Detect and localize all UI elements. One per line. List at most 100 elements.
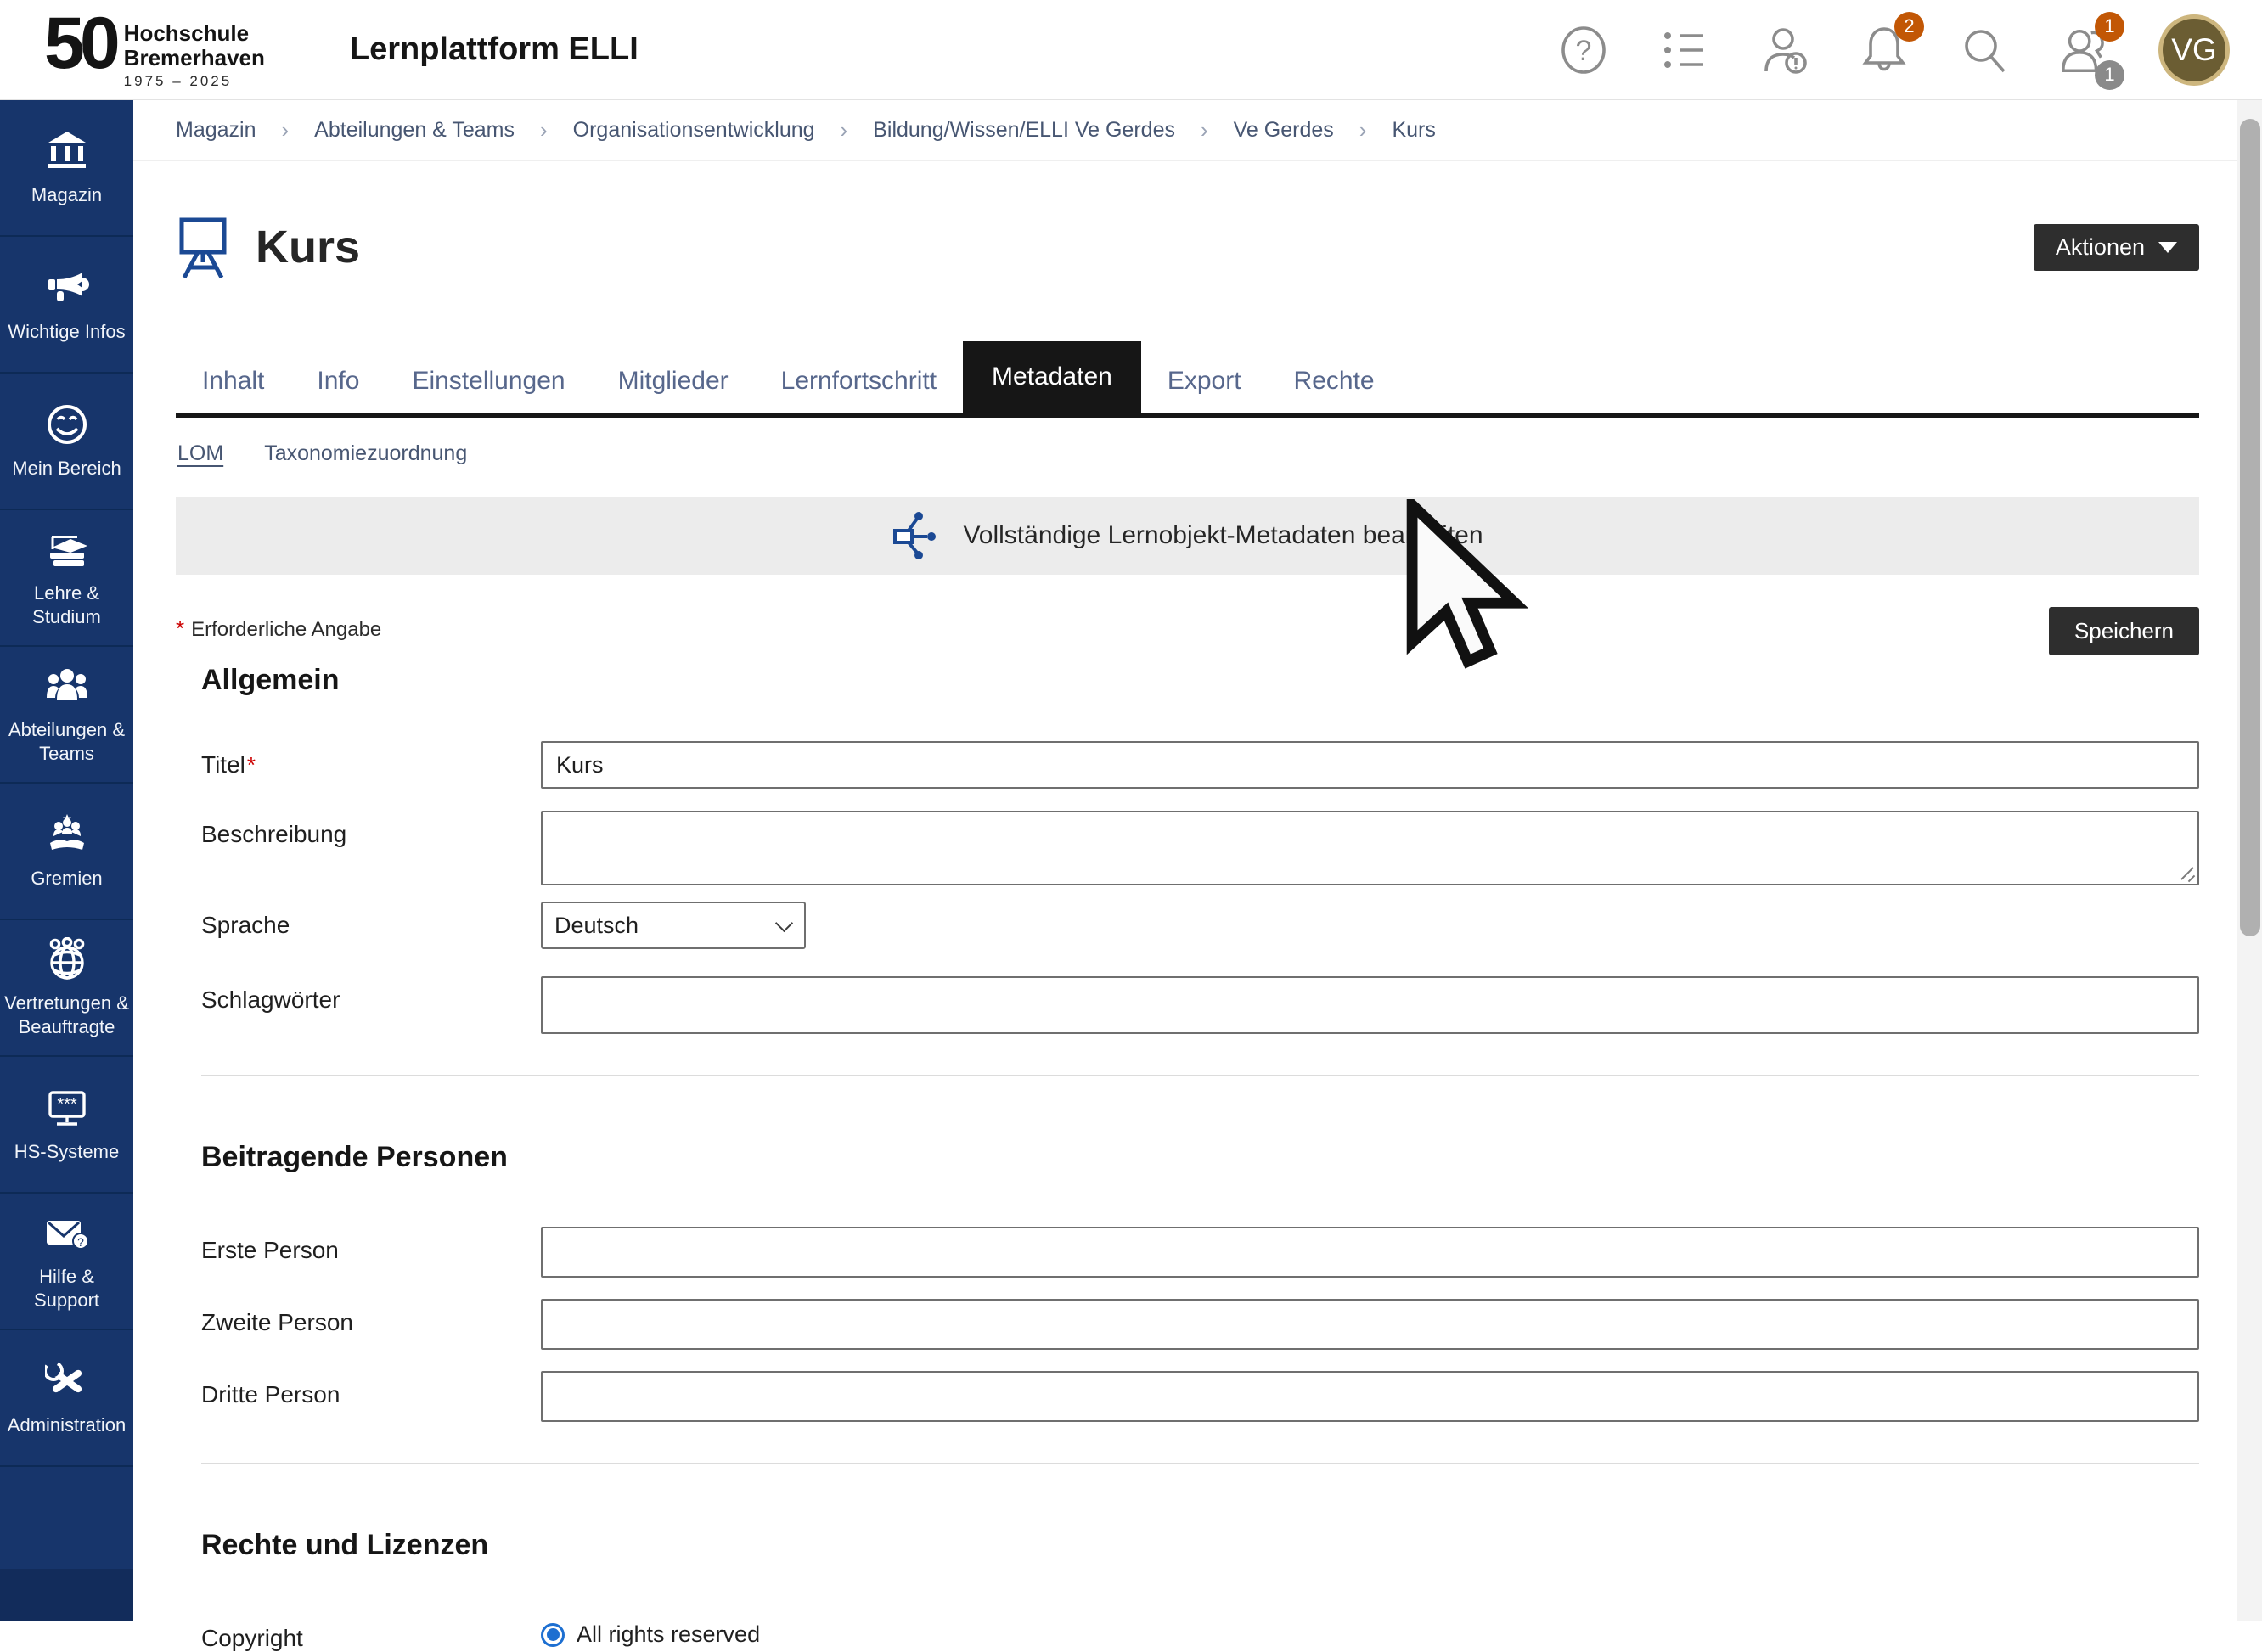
save-button[interactable]: Speichern <box>2049 607 2199 655</box>
metadata-hub-icon <box>892 512 941 559</box>
scrollbar-thumb[interactable] <box>2240 119 2260 936</box>
breadcrumb-item[interactable]: Bildung/Wissen/ELLI Ve Gerdes <box>873 118 1175 143</box>
breadcrumb-item[interactable]: Organisationsentwicklung <box>573 118 815 143</box>
beschreibung-label: Beschreibung <box>201 811 541 848</box>
breadcrumb-item[interactable]: Abteilungen & Teams <box>314 118 515 143</box>
sidebar-item-abteilungen-teams[interactable]: Abteilungen & Teams <box>0 647 133 784</box>
awareness-icon[interactable] <box>1758 24 1810 76</box>
sidebar-item-hs-systeme[interactable]: *** HS-Systeme <box>0 1057 133 1194</box>
chevron-right-icon: › <box>282 117 290 143</box>
schlagwoerter-input[interactable] <box>541 976 2199 1034</box>
logo-line2: Bremerhaven <box>124 46 265 70</box>
subtab-lom[interactable]: LOM <box>177 441 223 466</box>
sidebar-item-vertretungen[interactable]: Vertretungen & Beauftragte <box>0 920 133 1057</box>
search-icon[interactable] <box>1958 24 2011 76</box>
scrollbar-track[interactable] <box>2237 100 2262 1621</box>
megaphone-icon <box>45 266 89 310</box>
copyright-radio[interactable] <box>541 1623 565 1647</box>
chevron-right-icon: › <box>1201 117 1208 143</box>
chevron-right-icon: › <box>540 117 548 143</box>
required-note: *Erforderliche Angabe <box>176 607 381 642</box>
subtab-taxonomiezuordnung[interactable]: Taxonomiezuordnung <box>264 441 467 466</box>
sidebar-item-wichtige-infos[interactable]: Wichtige Infos <box>0 237 133 374</box>
edit-full-metadata-banner[interactable]: Vollständige Lernobjekt-Metadaten bearbe… <box>176 497 2199 575</box>
breadcrumb: Magazin › Abteilungen & Teams › Organisati… <box>133 100 2237 161</box>
sidebar-footer <box>0 1569 133 1621</box>
tab-rechte[interactable]: Rechte <box>1268 350 1401 413</box>
sprache-select[interactable]: Deutsch <box>541 902 806 949</box>
top-header: 50 Hochschule Bremerhaven 1975 – 2025 Le… <box>0 0 2262 100</box>
actions-button[interactable]: Aktionen <box>2034 224 2199 271</box>
main-sidebar: Magazin Wichtige Infos Mein Bereich Lehr… <box>0 100 133 1621</box>
logo-years: 1975 – 2025 <box>124 73 265 90</box>
beschreibung-textarea[interactable] <box>541 811 2199 885</box>
breadcrumb-item-current[interactable]: Kurs <box>1392 118 1435 143</box>
page-title: Kurs <box>256 221 360 273</box>
svg-text:?: ? <box>1576 35 1592 67</box>
titel-label: Titel* <box>201 741 541 778</box>
section-heading-rechte: Rechte und Lizenzen <box>201 1529 2237 1562</box>
mail-help-icon: ? <box>45 1211 89 1255</box>
caret-down-icon <box>2158 242 2177 253</box>
list-icon[interactable] <box>1657 24 1710 76</box>
section-heading-beitragende: Beitragende Personen <box>201 1141 2237 1174</box>
zweite-person-label: Zweite Person <box>201 1299 541 1336</box>
sprache-label: Sprache <box>201 902 541 939</box>
sidebar-item-magazin[interactable]: Magazin <box>0 100 133 237</box>
main-content: Magazin › Abteilungen & Teams › Organisati… <box>133 100 2237 1621</box>
subtab-bar: LOM Taxonomiezuordnung <box>133 418 2237 466</box>
zweite-person-input[interactable] <box>541 1299 2199 1350</box>
dritte-person-input[interactable] <box>541 1371 2199 1422</box>
books-icon <box>45 527 89 571</box>
globe-people-icon <box>45 937 89 981</box>
tab-inhalt[interactable]: Inhalt <box>176 350 290 413</box>
tab-bar: Inhalt Info Einstellungen Mitglieder Ler… <box>176 341 2199 418</box>
avatar[interactable]: VG <box>2158 14 2230 86</box>
sidebar-item-gremien[interactable]: Gremien <box>0 784 133 920</box>
tab-einstellungen[interactable]: Einstellungen <box>385 350 591 413</box>
sidebar-item-mein-bereich[interactable]: Mein Bereich <box>0 374 133 510</box>
erste-person-label: Erste Person <box>201 1227 541 1264</box>
copyright-radio-label: All rights reserved <box>577 1621 760 1648</box>
sidebar-item-administration[interactable]: Administration <box>0 1330 133 1467</box>
copyright-label: Copyright <box>201 1615 541 1652</box>
sidebar-item-hilfe-support[interactable]: ? Hilfe & Support <box>0 1194 133 1330</box>
contacts-badge-total: 1 <box>2095 60 2124 90</box>
tab-lernfortschritt[interactable]: Lernfortschritt <box>755 350 963 413</box>
help-icon[interactable]: ? <box>1557 24 1610 76</box>
schlagwoerter-label: Schlagwörter <box>201 976 541 1014</box>
monitor-icon: *** <box>45 1086 89 1130</box>
bell-icon[interactable]: 2 <box>1858 24 1910 76</box>
tab-info[interactable]: Info <box>290 350 385 413</box>
contacts-badge-new: 1 <box>2095 12 2124 42</box>
tab-export[interactable]: Export <box>1141 350 1268 413</box>
section-heading-allgemein: Allgemein <box>201 664 2237 697</box>
sidebar-item-lehre-studium[interactable]: Lehre & Studium <box>0 510 133 647</box>
app-title: Lernplattform ELLI <box>350 31 639 68</box>
committee-icon <box>45 812 89 857</box>
breadcrumb-item[interactable]: Ve Gerdes <box>1234 118 1334 143</box>
people-icon <box>45 664 89 708</box>
required-asterisk: * <box>176 615 184 641</box>
chevron-right-icon: › <box>841 117 848 143</box>
contacts-icon[interactable]: 1 1 <box>2058 24 2111 76</box>
tab-metadaten[interactable]: Metadaten <box>963 341 1141 413</box>
banner-label: Vollständige Lernobjekt-Metadaten bearbe… <box>963 521 1483 550</box>
logo-50: 50 <box>44 9 115 79</box>
tab-mitglieder[interactable]: Mitglieder <box>592 350 755 413</box>
svg-text:?: ? <box>77 1235 84 1249</box>
titel-input[interactable] <box>541 741 2199 789</box>
course-easel-icon <box>176 215 230 279</box>
sidebar-filler <box>0 1467 133 1569</box>
required-asterisk: * <box>247 752 256 778</box>
svg-text:***: *** <box>57 1095 77 1114</box>
section-divider <box>201 1075 2199 1076</box>
dritte-person-label: Dritte Person <box>201 1371 541 1408</box>
breadcrumb-item[interactable]: Magazin <box>176 118 256 143</box>
notifications-badge: 2 <box>1894 12 1924 42</box>
section-divider <box>201 1463 2199 1464</box>
bank-icon <box>45 129 89 173</box>
chevron-right-icon: › <box>1359 117 1367 143</box>
logo-line1: Hochschule <box>124 21 265 45</box>
erste-person-input[interactable] <box>541 1227 2199 1278</box>
